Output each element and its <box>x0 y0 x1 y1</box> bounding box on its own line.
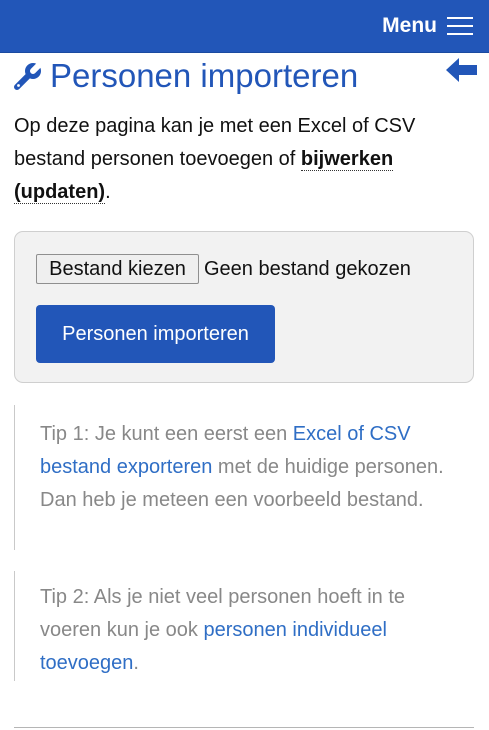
import-form-panel: Bestand kiezen Geen bestand gekozen Pers… <box>14 231 474 383</box>
tip-2: Tip 2: Als je niet veel personen hoeft i… <box>14 571 454 681</box>
intro-period: . <box>105 181 111 203</box>
intro-text: Op deze pagina kan je met een Excel of C… <box>14 110 464 209</box>
choose-file-button[interactable]: Bestand kiezen <box>36 254 199 284</box>
tip1-text-before: Tip 1: Je kunt een eerst een <box>40 423 288 445</box>
wrench-icon <box>14 62 42 90</box>
import-persons-button[interactable]: Personen importeren <box>36 305 275 363</box>
divider <box>14 727 474 728</box>
file-status-text: Geen bestand gekozen <box>204 258 411 280</box>
back-arrow-icon[interactable] <box>444 56 478 84</box>
page-title: Personen importeren <box>50 57 359 94</box>
hamburger-menu-icon[interactable] <box>447 16 473 36</box>
tip2-text-after: . <box>133 652 139 674</box>
menu-label[interactable]: Menu <box>382 14 437 38</box>
top-nav-bar: Menu <box>0 0 489 53</box>
tip-1: Tip 1: Je kunt een eerst een Excel of CS… <box>14 405 454 550</box>
